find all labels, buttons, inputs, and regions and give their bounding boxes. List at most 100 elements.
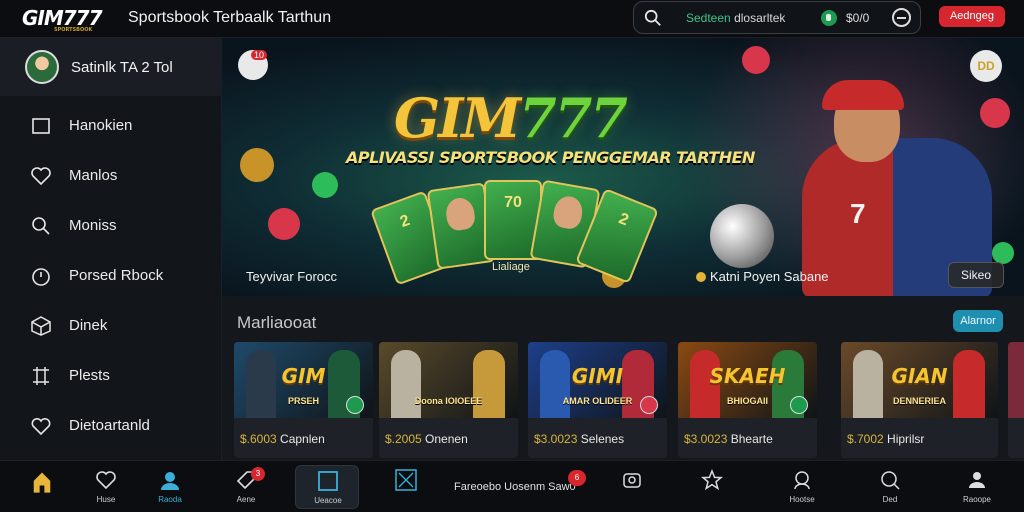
nav-label: Raoope [962, 495, 992, 504]
section-title: Marliaooat [237, 313, 317, 332]
view-more-button[interactable]: Alarnor [953, 310, 1003, 332]
sidebar-item-label: Manlos [69, 167, 118, 184]
search-bar[interactable]: Sedteen dlosarltek $0/0 [633, 1, 921, 34]
game-subtitle: Doona IOIOEEE [414, 396, 483, 406]
game-title: GIM [281, 364, 326, 388]
sidebar-item-label: Dietoartanld [69, 417, 150, 434]
person-icon [969, 472, 985, 488]
game-card[interactable]: GIAN DENNERIEA $.7002 Hiprilsr [841, 342, 998, 458]
wallet-icon [821, 10, 837, 26]
game-thumbnail: SKAEH BHIOGAII [678, 342, 817, 418]
game-price: $.2005 Onenen [385, 432, 468, 446]
page-title: Sportsbook Terbaalk Tarthun [128, 9, 332, 26]
nav-active[interactable]: Ueacoe [295, 465, 359, 509]
nav-center-text[interactable]: Fareoebo Uosenm Saw0 [454, 481, 576, 493]
profile-name: Satinlk TA 2 Tol [71, 59, 173, 76]
square-icon [32, 118, 50, 134]
game-thumbnail [1008, 342, 1024, 418]
nav-profile[interactable]: Raoda [140, 465, 200, 509]
logo[interactable]: GIM777 SPORTSBOOK [22, 6, 103, 33]
player-figure [473, 350, 505, 418]
sidebar-item-7[interactable]: Dietoartanld [0, 402, 222, 450]
grid-icon [33, 367, 49, 385]
hero-button[interactable]: Sikeo [948, 262, 1004, 288]
game-title: GIMI [571, 364, 624, 388]
nav-expand[interactable] [376, 465, 436, 509]
square-icon [318, 471, 338, 491]
search-text[interactable]: Sedteen dlosarltek [686, 11, 785, 25]
search-icon [881, 471, 900, 490]
game-card[interactable]: GIMI AMAR OLIDEER $3.0023 Selenes [528, 342, 667, 458]
balance-value: $0/0 [846, 11, 870, 25]
user-icon [161, 472, 179, 490]
game-price: $.6003 Capnlen [240, 432, 325, 446]
avatar[interactable] [25, 50, 59, 84]
game-thumbnail: GIMI AMAR OLIDEER [528, 342, 667, 418]
notification-badge: 3 [251, 467, 265, 481]
hero-card-label: Lialiage [492, 261, 530, 273]
chat-icon [794, 471, 810, 490]
game-price: $.7002 Hiprilsr [847, 432, 925, 446]
play-icon[interactable] [346, 396, 364, 414]
sidebar-item-6[interactable]: Plests [0, 352, 222, 400]
play-icon[interactable] [640, 396, 658, 414]
game-card[interactable]: Doona IOIOEEE $.2005 Onenen [379, 342, 518, 458]
sidebar-item-label: Moniss [69, 217, 117, 234]
games-section: Marliaooat Alarnor GIM PRSEH $.6003 Capn… [222, 296, 1024, 460]
heart-outline-icon [31, 417, 51, 436]
nav-label: Hootse [789, 495, 815, 504]
nav-favorites[interactable]: Huse [76, 465, 136, 509]
profile[interactable]: Satinlk TA 2 Tol [0, 38, 222, 96]
sidebar-item-5[interactable]: Dinek [0, 302, 222, 350]
sidebar: Satinlk TA 2 Tol Hanokien Manlos Moniss … [0, 38, 222, 460]
hero-caption-right: Katni Poyen Sabane [696, 269, 829, 284]
nav-label: Raoda [158, 495, 182, 504]
search-icon [32, 217, 50, 235]
star-icon [701, 469, 723, 491]
hero-logo: GIM777 [394, 86, 628, 150]
nav-offers[interactable]: 3 Aene [216, 465, 276, 509]
promo-badge[interactable]: DD [970, 50, 1002, 82]
sidebar-item-label: Porsed Rbock [69, 267, 164, 284]
nav-camera[interactable] [602, 465, 662, 509]
game-price: $3.0023 Selenes [534, 432, 625, 446]
chip-decoration [268, 208, 300, 240]
cube-icon [31, 316, 51, 336]
game-card-partial[interactable] [1008, 342, 1024, 458]
nav-chat[interactable]: Hootse [772, 465, 832, 509]
sidebar-item-2[interactable]: Manlos [0, 152, 222, 200]
notification-badge[interactable]: 10 [238, 50, 268, 80]
nav-home[interactable] [12, 465, 72, 509]
chip-decoration [980, 98, 1010, 128]
sidebar-item-3[interactable]: Moniss [0, 202, 222, 250]
nav-account[interactable]: Raoope [947, 465, 1007, 509]
game-title: GIAN [891, 364, 948, 388]
sidebar-item-1[interactable]: Hanokien [0, 102, 222, 150]
game-title: SKAEH [709, 364, 786, 388]
nav-label: Ueacoe [314, 496, 342, 505]
nav-star[interactable] [682, 465, 742, 509]
play-icon[interactable] [790, 396, 808, 414]
nav-search[interactable]: Ded [860, 465, 920, 509]
player-number: 7 [850, 198, 866, 229]
game-card[interactable]: GIM PRSEH $.6003 Capnlen [234, 342, 373, 458]
hero-banner[interactable]: 10 DD GIM777 APLIVASSI SPORTSBOOK PENGGE… [222, 38, 1024, 296]
nav-label: Aene [236, 495, 256, 504]
hero-subtitle: APLIVASSI SPORTSBOOK PENGGEMAR TARTHEN [346, 148, 755, 167]
logo-tag: SPORTSBOOK [54, 27, 93, 33]
game-thumbnail: GIAN DENNERIEA [841, 342, 998, 418]
sidebar-item-label: Hanokien [69, 117, 133, 134]
login-button[interactable]: Aedngeg [939, 6, 1005, 27]
bottom-nav: Huse Raoda 3 Aene Ueacoe Fareoebo Uosenm… [0, 460, 1024, 512]
coin-icon [696, 272, 706, 282]
camera-icon [623, 473, 641, 488]
collapse-button[interactable] [892, 8, 911, 27]
game-card[interactable]: SKAEH BHIOGAII $3.0023 Bhearte [678, 342, 817, 458]
game-price: $3.0023 Bhearte [684, 432, 773, 446]
search-icon[interactable] [644, 9, 662, 27]
chip-decoration [312, 172, 338, 198]
hero-caption-left: Teyvivar Forocc [246, 269, 338, 284]
sidebar-item-4[interactable]: Porsed Rbock [0, 252, 222, 300]
top-bar: GIM777 SPORTSBOOK Sportsbook Terbaalk Ta… [0, 0, 1024, 38]
sidebar-item-label: Plests [69, 367, 110, 384]
